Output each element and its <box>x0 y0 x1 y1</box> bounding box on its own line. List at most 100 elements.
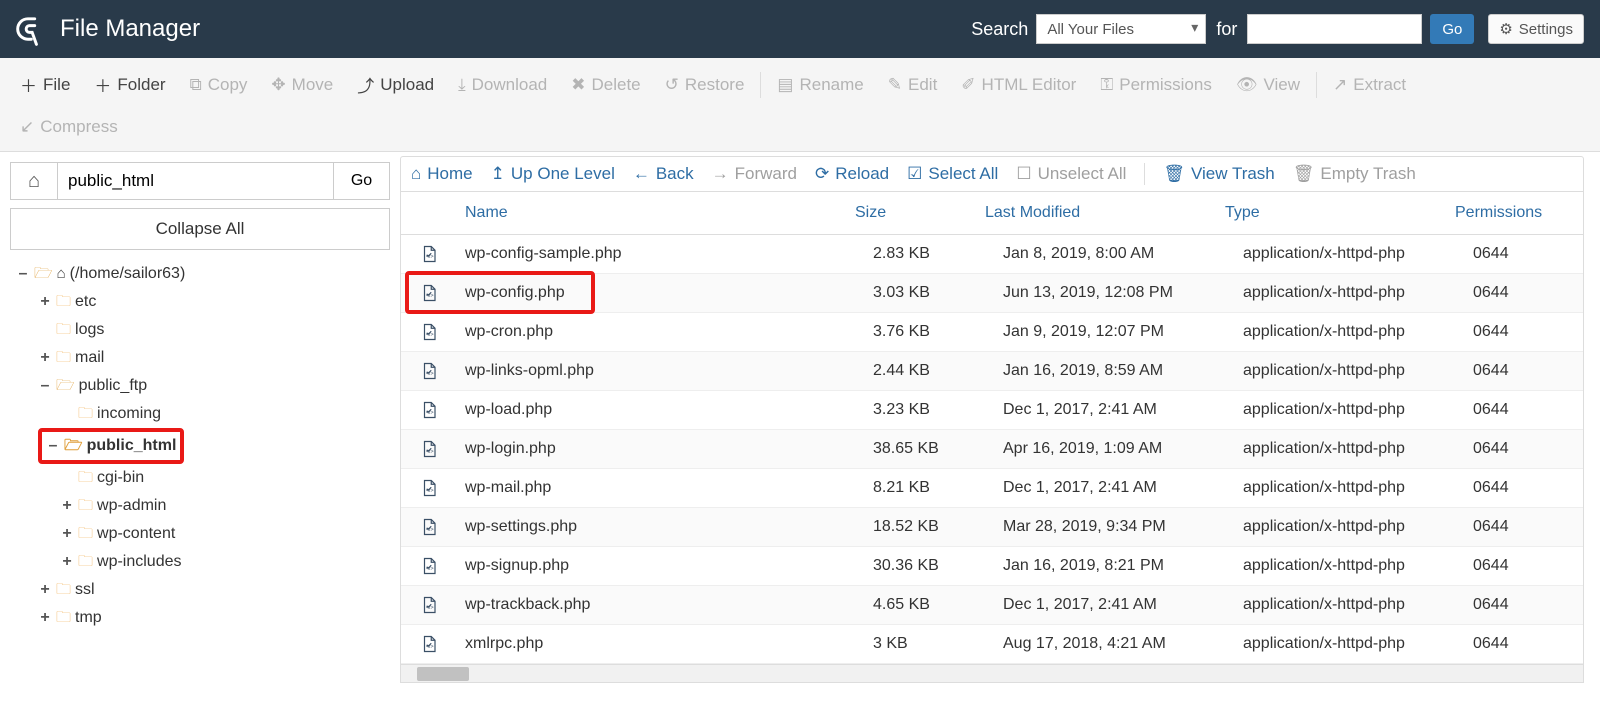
nav-reload-button[interactable]: ⟳Reload <box>815 164 889 184</box>
for-label: for <box>1216 19 1237 40</box>
tree-wp-includes[interactable]: +🗀wp-includes <box>60 548 390 576</box>
scrollbar-thumb[interactable] <box>417 667 469 681</box>
svg-text:</>: </> <box>426 410 434 416</box>
table-body[interactable]: </>wp-config-sample.php2.83 KBJan 8, 201… <box>401 235 1583 664</box>
home-icon: ⌂ <box>57 260 66 288</box>
key-icon: ⚿ <box>1100 75 1113 95</box>
tree-tmp[interactable]: +🗀tmp <box>38 604 390 632</box>
nav-up-button[interactable]: ↥Up One Level <box>491 164 615 184</box>
column-permissions[interactable]: Permissions <box>1455 204 1565 222</box>
tree-etc[interactable]: +🗀etc <box>38 288 390 316</box>
file-modified: Dec 1, 2017, 2:41 AM <box>1003 479 1243 497</box>
rename-button[interactable]: ▤Rename <box>765 65 875 105</box>
move-button[interactable]: ✥Move <box>259 65 345 105</box>
permissions-button[interactable]: ⚿Permissions <box>1088 65 1224 105</box>
compress-button[interactable]: ↙Compress <box>8 107 130 147</box>
download-button[interactable]: ⤓Download <box>446 65 559 105</box>
right-panel: ⌂Home ↥Up One Level ←Back →Forward ⟳Relo… <box>400 152 1600 683</box>
table-row[interactable]: </>wp-signup.php30.36 KBJan 16, 2019, 8:… <box>401 547 1583 586</box>
settings-button[interactable]: Settings <box>1488 14 1584 44</box>
upload-button[interactable]: ⤴Upload <box>345 62 446 107</box>
file-name: wp-config.php <box>457 284 873 302</box>
folder-icon: 🗀 <box>56 316 71 344</box>
edit-button[interactable]: ✎Edit <box>876 65 950 105</box>
table-row[interactable]: </>wp-links-opml.php2.44 KBJan 16, 2019,… <box>401 352 1583 391</box>
tree-ssl[interactable]: +🗀ssl <box>38 576 390 604</box>
table-row[interactable]: </>xmlrpc.php3 KBAug 17, 2018, 4:21 AMap… <box>401 625 1583 664</box>
horizontal-scrollbar[interactable] <box>401 664 1583 682</box>
extract-button[interactable]: ↗Extract <box>1321 65 1418 105</box>
expand-icon[interactable]: + <box>38 288 52 316</box>
expand-icon[interactable]: + <box>38 576 52 604</box>
tree-cgi-bin[interactable]: 🗀cgi-bin <box>60 464 390 492</box>
search-input[interactable] <box>1247 14 1422 44</box>
column-name[interactable]: Name <box>457 204 855 222</box>
collapse-all-button[interactable]: Collapse All <box>10 208 390 250</box>
tree-incoming[interactable]: 🗀incoming <box>60 400 390 428</box>
tree-home-button[interactable] <box>10 162 58 200</box>
expand-icon[interactable]: + <box>60 520 74 548</box>
table-row[interactable]: </>wp-config-sample.php2.83 KBJan 8, 201… <box>401 235 1583 274</box>
table-row[interactable]: </>wp-trackback.php4.65 KBDec 1, 2017, 2… <box>401 586 1583 625</box>
table-row[interactable]: </>wp-login.php38.65 KBApr 16, 2019, 1:0… <box>401 430 1583 469</box>
tree-wp-admin[interactable]: +🗀wp-admin <box>60 492 390 520</box>
new-folder-button[interactable]: ＋Folder <box>82 62 177 107</box>
search-go-button[interactable]: Go <box>1430 14 1474 44</box>
unselect-all-button[interactable]: ☐Unselect All <box>1016 164 1126 184</box>
view-button[interactable]: 👁View <box>1224 65 1312 105</box>
table-row[interactable]: </>wp-settings.php18.52 KBMar 28, 2019, … <box>401 508 1583 547</box>
file-permissions: 0644 <box>1473 284 1583 302</box>
expand-icon[interactable]: + <box>60 548 74 576</box>
delete-button[interactable]: ✖Delete <box>559 65 652 105</box>
file-size: 3.76 KB <box>873 323 1003 341</box>
expand-icon[interactable]: + <box>38 604 52 632</box>
column-size[interactable]: Size <box>855 204 985 222</box>
folder-icon: 🗀 <box>78 548 93 576</box>
restore-button[interactable]: ↺Restore <box>653 65 757 105</box>
column-type[interactable]: Type <box>1225 204 1455 222</box>
expand-icon[interactable]: + <box>38 344 52 372</box>
file-type: application/x-httpd-php <box>1243 401 1473 419</box>
php-file-icon: </> <box>401 478 457 498</box>
tree-wp-content[interactable]: +🗀wp-content <box>60 520 390 548</box>
search-scope-select[interactable]: All Your Files <box>1036 14 1206 44</box>
nav-home-button[interactable]: ⌂Home <box>411 164 473 184</box>
select-all-button[interactable]: ☑Select All <box>907 164 998 184</box>
file-type: application/x-httpd-php <box>1243 323 1473 341</box>
new-file-button[interactable]: ＋File <box>8 62 82 107</box>
nav-forward-button[interactable]: →Forward <box>712 164 797 184</box>
nav-back-button[interactable]: ←Back <box>633 164 694 184</box>
svg-text:</>: </> <box>426 332 434 338</box>
collapse-icon[interactable]: – <box>38 372 52 400</box>
restore-icon: ↺ <box>665 75 679 95</box>
file-size: 3.23 KB <box>873 401 1003 419</box>
table-row[interactable]: </>wp-load.php3.23 KBDec 1, 2017, 2:41 A… <box>401 391 1583 430</box>
copy-button[interactable]: ⧉Copy <box>178 65 260 105</box>
view-trash-button[interactable]: 🗑View Trash <box>1163 164 1274 184</box>
path-input[interactable] <box>58 162 334 200</box>
file-name: xmlrpc.php <box>457 635 873 653</box>
table-row[interactable]: </>wp-config.php3.03 KBJun 13, 2019, 12:… <box>401 274 1583 313</box>
tree-root[interactable]: – 🗁 ⌂ (/home/sailor63) <box>16 260 390 288</box>
tree-mail[interactable]: +🗀mail <box>38 344 390 372</box>
php-file-icon: </> <box>401 361 457 381</box>
download-icon: ⤓ <box>458 75 466 95</box>
empty-trash-button[interactable]: 🗑Empty Trash <box>1293 164 1416 184</box>
file-type: application/x-httpd-php <box>1243 479 1473 497</box>
table-row[interactable]: </>wp-mail.php8.21 KBDec 1, 2017, 2:41 A… <box>401 469 1583 508</box>
table-row[interactable]: </>wp-cron.php3.76 KBJan 9, 2019, 12:07 … <box>401 313 1583 352</box>
file-modified: Jan 8, 2019, 8:00 AM <box>1003 245 1243 263</box>
php-file-icon: </> <box>401 439 457 459</box>
tree-public-html[interactable]: – 🗁 public_html <box>38 428 390 464</box>
tree-public-ftp[interactable]: –🗁public_ftp <box>38 372 390 400</box>
html-editor-button[interactable]: ✐HTML Editor <box>949 65 1088 105</box>
tree-logs[interactable]: 🗀logs <box>38 316 390 344</box>
collapse-icon[interactable]: – <box>46 432 60 460</box>
column-modified[interactable]: Last Modified <box>985 204 1225 222</box>
collapse-icon[interactable]: – <box>16 260 30 288</box>
folder-icon: 🗀 <box>56 288 71 316</box>
expand-icon[interactable]: + <box>60 492 74 520</box>
delete-icon: ✖ <box>571 75 585 95</box>
path-go-button[interactable]: Go <box>334 162 390 200</box>
folder-icon: 🗀 <box>78 400 93 428</box>
